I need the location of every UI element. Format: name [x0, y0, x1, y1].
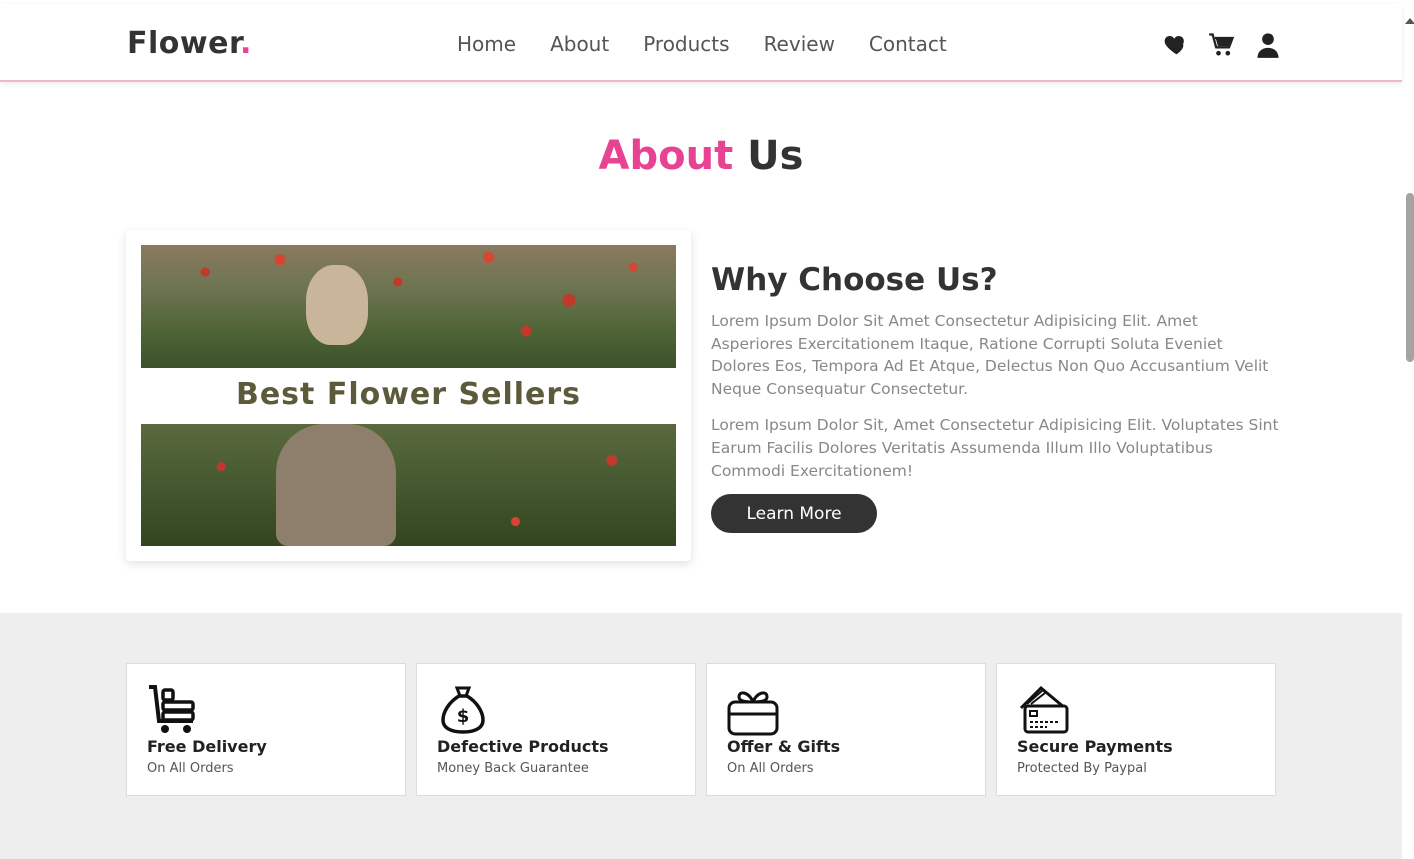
scrollbar-thumb[interactable]	[1406, 193, 1414, 362]
feature-offer-gifts: Offer & Gifts On All Orders	[706, 663, 986, 796]
nav-review[interactable]: Review	[764, 32, 835, 56]
section-title-rest: Us	[747, 133, 804, 179]
about-image-card: Best Flower Sellers	[126, 230, 691, 561]
nav-about[interactable]: About	[550, 32, 609, 56]
brand-logo[interactable]: Flower.	[127, 26, 252, 61]
brand-dot: .	[239, 26, 252, 61]
main-nav: Home About Products Review Contact	[457, 32, 981, 56]
why-choose-us: Why Choose Us? Lorem Ipsum Dolor Sit Ame…	[711, 262, 1281, 496]
credit-card-icon	[1017, 684, 1069, 736]
feature-subtitle: On All Orders	[727, 761, 814, 776]
brand-name: Flower	[127, 26, 240, 61]
header-icons	[1162, 31, 1282, 59]
about-photo-top	[141, 245, 676, 368]
scroll-up-arrow-icon[interactable]	[1405, 18, 1414, 24]
page-scrollbar[interactable]	[1402, 0, 1414, 859]
nav-contact[interactable]: Contact	[869, 32, 947, 56]
site-header: Flower. Home About Products Review Conta…	[0, 4, 1402, 82]
heart-icon[interactable]	[1162, 31, 1190, 59]
about-photo-bottom	[141, 424, 676, 546]
feature-title: Offer & Gifts	[727, 737, 841, 756]
why-paragraph-2: Lorem Ipsum Dolor Sit, Amet Consectetur …	[711, 416, 1279, 480]
learn-more-button[interactable]: Learn More	[711, 494, 877, 533]
about-card-caption: Best Flower Sellers	[235, 377, 582, 412]
feature-subtitle: On All Orders	[147, 761, 234, 776]
feature-secure-payments: Secure Payments Protected By Paypal	[996, 663, 1276, 796]
photo-girl-dress	[276, 424, 396, 546]
money-bag-icon: $	[437, 684, 489, 736]
feature-title: Free Delivery	[147, 737, 267, 756]
section-title: About Us	[0, 133, 1402, 179]
section-title-accent: About	[598, 133, 734, 179]
feature-subtitle: Protected By Paypal	[1017, 761, 1147, 776]
svg-text:$: $	[457, 706, 470, 727]
nav-products[interactable]: Products	[643, 32, 729, 56]
feature-title: Defective Products	[437, 737, 609, 756]
feature-subtitle: Money Back Guarantee	[437, 761, 589, 776]
user-icon[interactable]	[1254, 31, 1282, 59]
cart-icon[interactable]	[1208, 31, 1236, 59]
gift-icon	[727, 684, 779, 736]
why-title: Why Choose Us?	[711, 262, 998, 298]
nav-home[interactable]: Home	[457, 32, 516, 56]
photo-girl-head	[306, 265, 368, 345]
feature-title: Secure Payments	[1017, 737, 1173, 756]
delivery-cart-icon	[147, 684, 199, 736]
feature-free-delivery: Free Delivery On All Orders	[126, 663, 406, 796]
why-paragraph-1: Lorem Ipsum Dolor Sit Amet Consectetur A…	[711, 312, 1269, 398]
feature-defective-products: $ Defective Products Money Back Guarante…	[416, 663, 696, 796]
